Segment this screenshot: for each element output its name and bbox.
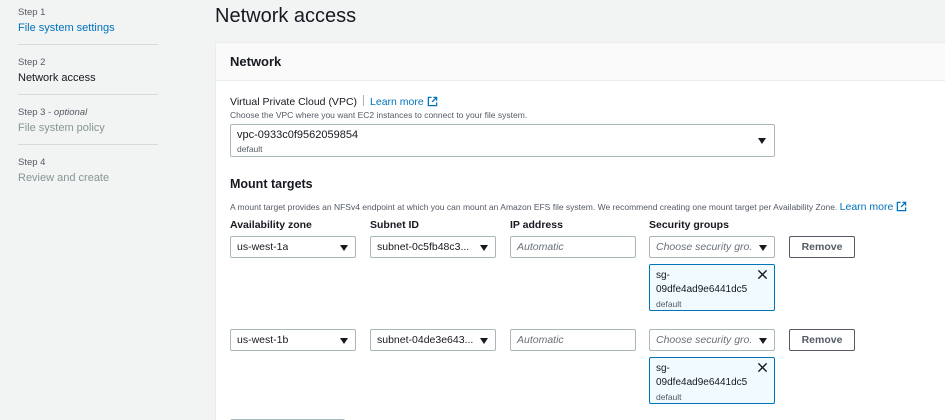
external-link-icon <box>897 201 907 212</box>
wizard-steps: Step 1 File system settings Step 2 Netwo… <box>0 0 175 420</box>
az-value: us-west-1a <box>237 241 289 253</box>
panel-header: Network <box>216 43 945 81</box>
vpc-learn-more-link[interactable]: Learn more <box>370 96 438 108</box>
mount-targets-description-text: A mount target provides an NFSv4 endpoin… <box>230 202 838 212</box>
caret-down-icon <box>759 338 767 344</box>
remove-button[interactable]: Remove <box>789 329 855 351</box>
security-groups-select[interactable]: Choose security gro... <box>649 329 775 351</box>
learn-more-text: Learn more <box>839 201 894 213</box>
step-number: Step 3 - optional <box>18 107 88 118</box>
availability-zone-select[interactable]: us-west-1a <box>230 236 356 258</box>
ip-placeholder: Automatic <box>517 334 564 346</box>
caret-down-icon <box>480 245 488 251</box>
vpc-select[interactable]: vpc-0933c0f9562059854 default <box>230 124 775 157</box>
vpc-label: Virtual Private Cloud (VPC) <box>230 96 358 108</box>
mount-targets-learn-more-link[interactable]: Learn more <box>840 201 908 213</box>
step-4: Step 4 Review and create <box>18 157 158 184</box>
step-number: Step 4 <box>18 157 46 168</box>
close-icon[interactable] <box>757 269 768 280</box>
remove-button[interactable]: Remove <box>789 236 855 258</box>
close-icon[interactable] <box>757 362 768 373</box>
vpc-default-tag: default <box>237 144 263 154</box>
caret-down-icon <box>340 338 348 344</box>
mount-targets-title: Mount targets <box>230 177 313 191</box>
ip-address-input[interactable]: Automatic <box>510 236 636 258</box>
security-group-id: sg-09dfe4ad9e6441dc5 <box>656 363 748 388</box>
security-group-token: sg-09dfe4ad9e6441dc5 default <box>649 357 775 404</box>
ip-placeholder: Automatic <box>517 241 564 253</box>
network-panel: Network Virtual Private Cloud (VPC) Learn… <box>215 42 945 420</box>
caret-down-icon <box>340 245 348 251</box>
subnet-select[interactable]: subnet-0c5fb48c3... <box>370 236 496 258</box>
vpc-label-row: Virtual Private Cloud (VPC) Learn more <box>230 95 438 108</box>
step-current-network-access: Network access <box>18 72 96 84</box>
step-number-text: Step 3 <box>18 107 46 118</box>
security-groups-placeholder: Choose security gro... <box>656 334 752 346</box>
step-review-and-create: Review and create <box>18 172 110 184</box>
security-group-id: sg-09dfe4ad9e6441dc5 <box>656 270 748 295</box>
az-value: us-west-1b <box>237 334 289 346</box>
step-3: Step 3 - optional File system policy <box>18 107 158 134</box>
caret-down-icon <box>759 245 767 251</box>
subnet-value: subnet-0c5fb48c3... <box>377 241 470 253</box>
vpc-description: Choose the VPC where you want EC2 instan… <box>230 110 528 120</box>
column-header-security-groups: Security groups <box>649 219 729 231</box>
info-separator <box>363 95 365 106</box>
column-header-ip-address: IP address <box>510 219 563 231</box>
step-2: Step 2 Network access <box>18 57 158 84</box>
availability-zone-select[interactable]: us-west-1b <box>230 329 356 351</box>
page-title: Network access <box>215 5 357 27</box>
external-link-icon <box>427 96 438 107</box>
step-link-file-system-settings[interactable]: File system settings <box>18 22 158 34</box>
caret-down-icon <box>758 138 766 144</box>
column-header-availability-zone: Availability zone <box>230 219 312 231</box>
step-number: Step 2 <box>18 57 46 68</box>
security-groups-placeholder: Choose security gro... <box>656 241 752 253</box>
caret-down-icon <box>480 338 488 344</box>
subnet-value: subnet-04de3e643... <box>377 334 474 346</box>
security-groups-select[interactable]: Choose security gro... <box>649 236 775 258</box>
step-divider <box>18 44 158 45</box>
security-group-default-tag: default <box>656 392 682 402</box>
step-1: Step 1 File system settings <box>18 7 158 34</box>
step-divider <box>18 144 158 145</box>
column-header-subnet-id: Subnet ID <box>370 219 419 231</box>
step-divider <box>18 94 158 95</box>
step-number: Step 1 <box>18 7 46 18</box>
security-group-token: sg-09dfe4ad9e6441dc5 default <box>649 264 775 311</box>
security-group-default-tag: default <box>656 299 682 309</box>
optional-label: optional <box>53 107 88 118</box>
mount-targets-description: A mount target provides an NFSv4 endpoin… <box>230 201 907 213</box>
step-file-system-policy: File system policy <box>18 122 105 134</box>
panel-title: Network <box>230 54 282 69</box>
subnet-select[interactable]: subnet-04de3e643... <box>370 329 496 351</box>
learn-more-text: Learn more <box>370 96 424 108</box>
vpc-value: vpc-0933c0f9562059854 <box>237 129 359 141</box>
ip-address-input[interactable]: Automatic <box>510 329 636 351</box>
